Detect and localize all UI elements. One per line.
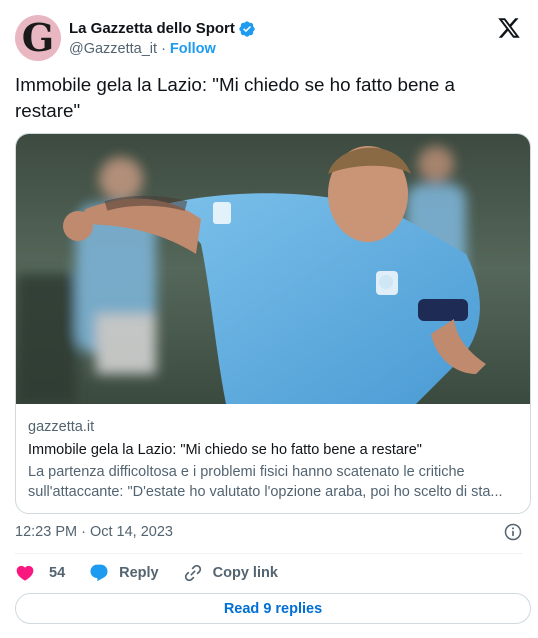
tweet-header: G La Gazzetta dello Sport @Gazzetta_it ·… — [15, 14, 523, 62]
copy-link-label: Copy link — [212, 565, 278, 581]
link-icon — [184, 564, 201, 582]
handle[interactable]: @Gazzetta_it — [69, 41, 157, 57]
handle-row: @Gazzetta_it · Follow — [69, 41, 256, 57]
x-logo-icon[interactable] — [497, 16, 521, 40]
read-replies-label: Read 9 replies — [223, 600, 323, 617]
display-name[interactable]: La Gazzetta dello Sport — [69, 20, 235, 37]
timestamp-row: 12:23 PM · Oct 14, 2023 — [15, 520, 523, 544]
copy-link-button[interactable]: Copy link — [183, 563, 278, 583]
link-preview-card[interactable]: gazzetta.it Immobile gela la Lazio: "Mi … — [15, 133, 531, 514]
name-row: La Gazzetta dello Sport — [69, 20, 256, 38]
speech-bubble-icon — [90, 564, 108, 582]
like-count: 54 — [49, 565, 66, 581]
info-icon[interactable] — [503, 522, 523, 542]
read-replies-button[interactable]: Read 9 replies — [15, 593, 531, 624]
reply-button[interactable]: Reply — [89, 563, 159, 583]
like-button[interactable]: 54 — [15, 563, 65, 583]
heart-icon — [16, 565, 34, 581]
reply-label: Reply — [119, 565, 159, 581]
tweet-text: Immobile gela la Lazio: "Mi chiedo se ho… — [15, 74, 455, 121]
divider — [15, 553, 523, 554]
separator-dot: · — [161, 40, 166, 57]
author-info: La Gazzetta dello Sport @Gazzetta_it · F… — [69, 20, 256, 57]
tweet-embed: G La Gazzetta dello Sport @Gazzetta_it ·… — [0, 0, 538, 638]
link-meta: gazzetta.it Immobile gela la Lazio: "Mi … — [16, 418, 530, 502]
timestamp[interactable]: 12:23 PM · Oct 14, 2023 — [15, 524, 173, 540]
link-description: La partenza difficoltosa e i problemi fi… — [28, 464, 503, 500]
article-image[interactable] — [16, 134, 530, 404]
link-domain: gazzetta.it — [28, 419, 95, 435]
action-bar: 54 Reply Copy link — [15, 560, 523, 586]
verified-badge-icon — [239, 20, 255, 37]
avatar[interactable]: G — [15, 15, 61, 61]
link-title: Immobile gela la Lazio: "Mi chiedo se ho… — [28, 442, 422, 458]
avatar-letter: G — [21, 15, 55, 60]
follow-button[interactable]: Follow — [170, 41, 216, 57]
football-player-photo — [16, 134, 530, 404]
